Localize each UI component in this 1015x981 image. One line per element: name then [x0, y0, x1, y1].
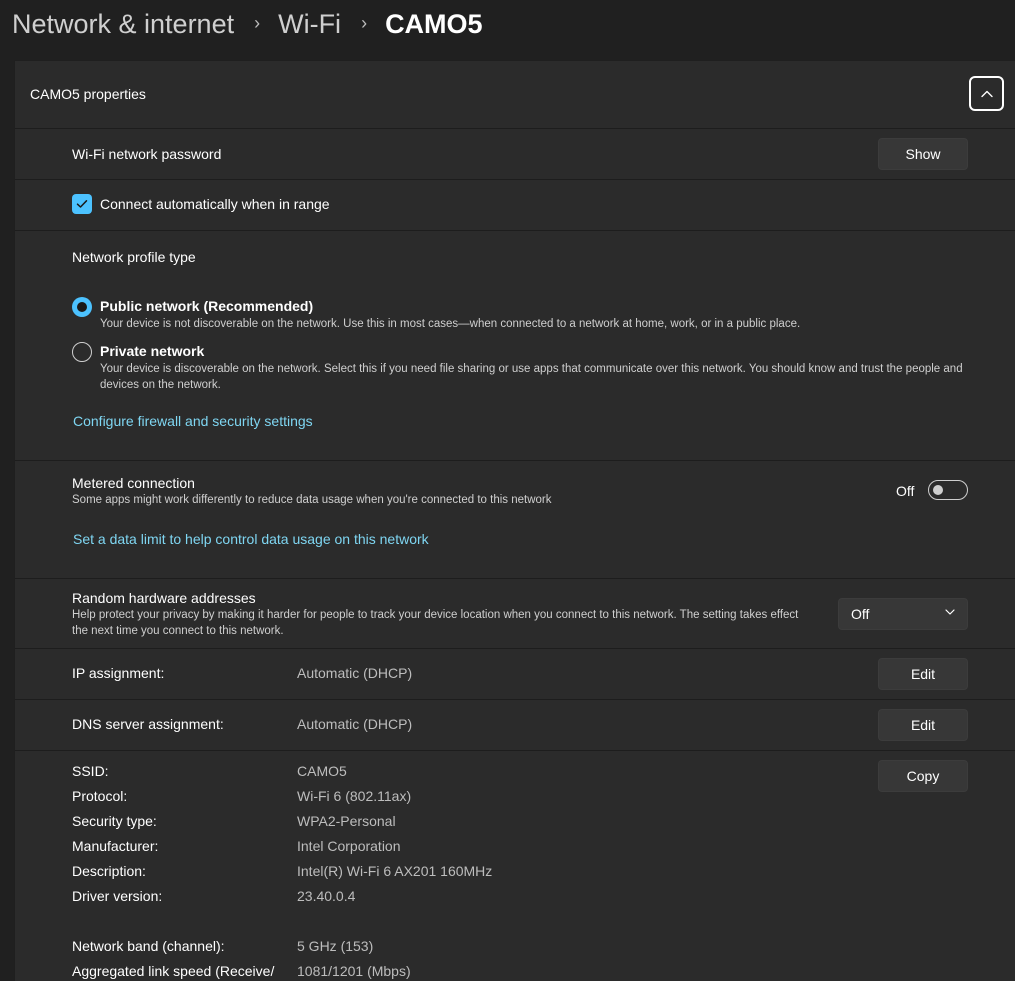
- private-network-radio[interactable]: [72, 342, 92, 362]
- properties-panel: CAMO5 properties Wi-Fi network password …: [14, 60, 1015, 981]
- description-value: Intel(R) Wi-Fi 6 AX201 160MHz: [297, 863, 493, 879]
- dns-assignment-row: DNS server assignment: Automatic (DHCP) …: [15, 700, 1015, 751]
- network-profile-section: Network profile type Public network (Rec…: [15, 231, 1015, 461]
- public-network-radio[interactable]: [72, 297, 92, 317]
- chevron-right-icon: ›: [254, 12, 261, 33]
- panel-title: CAMO5 properties: [30, 86, 146, 102]
- copy-details-button[interactable]: Copy: [878, 760, 968, 792]
- chevron-down-icon: [945, 609, 955, 615]
- random-hw-selected: Off: [851, 606, 870, 622]
- breadcrumb-wifi[interactable]: Wi-Fi: [278, 9, 341, 40]
- panel-header: CAMO5 properties: [15, 61, 1015, 129]
- public-network-label[interactable]: Public network (Recommended): [100, 298, 313, 314]
- show-password-button[interactable]: Show: [878, 138, 968, 170]
- dns-assignment-value: Automatic (DHCP): [297, 716, 413, 732]
- network-details-section: Copy SSID: CAMO5 Protocol: Wi-Fi 6 (802.…: [15, 751, 1015, 981]
- link-speed-label: Aggregated link speed (Receive/: [72, 963, 275, 979]
- firewall-settings-link[interactable]: Configure firewall and security settings: [73, 413, 313, 429]
- random-hw-desc: Help protect your privacy by making it h…: [72, 609, 799, 637]
- ssid-value: CAMO5: [297, 763, 347, 779]
- auto-connect-row: Connect automatically when in range: [15, 180, 1015, 231]
- breadcrumb: Network & internet › Wi-Fi › CAMO5: [12, 4, 483, 44]
- ip-edit-button[interactable]: Edit: [878, 658, 968, 690]
- protocol-label: Protocol:: [72, 788, 128, 804]
- description-label: Description:: [72, 863, 146, 879]
- page-title: CAMO5: [385, 8, 483, 39]
- manufacturer-label: Manufacturer:: [72, 838, 159, 854]
- random-hw-dropdown[interactable]: Off: [838, 598, 968, 630]
- chevron-right-icon: ›: [361, 12, 368, 33]
- private-network-label[interactable]: Private network: [100, 343, 204, 359]
- password-row: Wi-Fi network password Show: [15, 129, 1015, 180]
- chevron-up-icon: [980, 90, 993, 97]
- link-speed-value: 1081/1201 (Mbps): [297, 963, 411, 979]
- metered-connection-label: Metered connection: [72, 475, 195, 491]
- ip-assignment-row: IP assignment: Automatic (DHCP) Edit: [15, 649, 1015, 700]
- public-network-desc: Your device is not discoverable on the n…: [100, 318, 801, 330]
- driver-version-label: Driver version:: [72, 888, 163, 904]
- toggle-knob: [933, 485, 943, 495]
- ip-assignment-label: IP assignment:: [72, 665, 165, 681]
- protocol-value: Wi-Fi 6 (802.11ax): [297, 788, 412, 804]
- network-band-label: Network band (channel):: [72, 938, 225, 954]
- breadcrumb-network-internet[interactable]: Network & internet: [12, 9, 234, 40]
- metered-state-label: Off: [896, 483, 915, 499]
- auto-connect-label[interactable]: Connect automatically when in range: [100, 196, 330, 212]
- dns-assignment-label: DNS server assignment:: [72, 716, 224, 732]
- radio-dot: [77, 302, 87, 312]
- checkmark-icon: [76, 200, 88, 208]
- metered-connection-desc: Some apps might work differently to redu…: [72, 494, 552, 506]
- password-label: Wi-Fi network password: [72, 146, 222, 162]
- auto-connect-checkbox[interactable]: [72, 194, 92, 214]
- metered-connection-toggle[interactable]: [928, 480, 968, 500]
- driver-version-value: 23.40.0.4: [297, 888, 356, 904]
- ip-assignment-value: Automatic (DHCP): [297, 665, 413, 681]
- ssid-label: SSID:: [72, 763, 109, 779]
- security-type-value: WPA2-Personal: [297, 813, 396, 829]
- manufacturer-value: Intel Corporation: [297, 838, 401, 854]
- security-type-label: Security type:: [72, 813, 157, 829]
- metered-connection-section: Metered connection Some apps might work …: [15, 461, 1015, 579]
- network-band-value: 5 GHz (153): [297, 938, 374, 954]
- network-profile-heading: Network profile type: [72, 249, 196, 265]
- collapse-button[interactable]: [969, 76, 1004, 111]
- random-hw-section: Random hardware addresses Help protect y…: [15, 579, 1015, 649]
- data-limit-link[interactable]: Set a data limit to help control data us…: [73, 531, 429, 547]
- private-network-desc: Your device is discoverable on the netwo…: [100, 363, 963, 391]
- random-hw-label: Random hardware addresses: [72, 590, 256, 606]
- dns-edit-button[interactable]: Edit: [878, 709, 968, 741]
